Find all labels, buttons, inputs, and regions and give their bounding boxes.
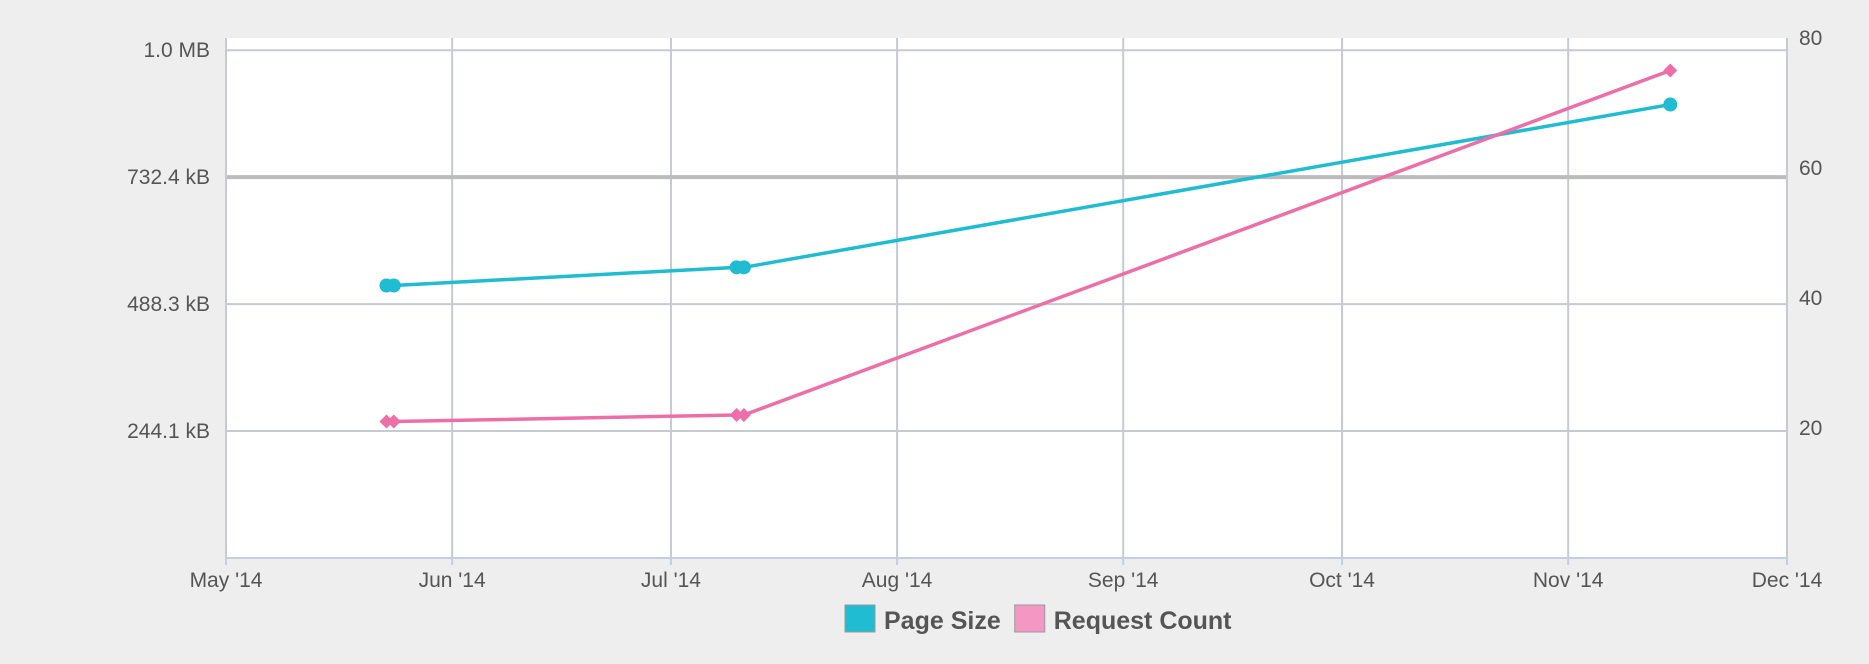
legend-item-page-size[interactable]: Page Size — [844, 604, 1001, 635]
y-left-tick-label: 488.3 kB — [127, 293, 210, 316]
x-tick-label: Sep '14 — [1088, 569, 1159, 592]
legend-swatch — [844, 604, 876, 633]
y-right-axis-labels: 20 40 60 80 — [1799, 27, 1822, 440]
y-right-tick-label: 20 — [1799, 417, 1822, 440]
legend[interactable]: Page Size Request Count — [844, 604, 1232, 635]
x-tick-label: Jun '14 — [419, 569, 486, 592]
y-right-tick-label: 60 — [1799, 157, 1822, 180]
x-axis-labels: May '14 Jun '14 Jul '14 Aug '14 Sep '14 Oct '… — [190, 569, 1823, 592]
page-size-point[interactable] — [736, 260, 751, 275]
legend-label: Page Size — [884, 607, 1001, 635]
x-tick-label: Nov '14 — [1533, 569, 1604, 592]
x-tick-label: May '14 — [190, 569, 263, 592]
y-left-tick-label: 732.4 kB — [127, 166, 210, 189]
line-chart: May '14 Jun '14 Jul '14 Aug '14 Sep '14 Oct '… — [127, 27, 1823, 635]
x-tick-label: Oct '14 — [1309, 569, 1375, 592]
legend-swatch — [1014, 604, 1046, 633]
y-left-tick-label: 244.1 kB — [127, 420, 210, 443]
y-left-tick-label: 1.0 MB — [143, 39, 210, 62]
legend-label: Request Count — [1054, 607, 1232, 635]
y-left-axis-labels: 244.1 kB 488.3 kB 732.4 kB 1.0 MB — [127, 39, 210, 443]
legend-item-request-count[interactable]: Request Count — [1014, 604, 1232, 635]
page-size-point[interactable] — [1663, 97, 1678, 112]
x-tick-label: Jul '14 — [641, 569, 701, 592]
x-tick-label: Dec '14 — [1752, 569, 1823, 592]
y-right-tick-label: 80 — [1799, 27, 1822, 50]
y-right-tick-label: 40 — [1799, 287, 1822, 310]
page-size-point[interactable] — [386, 278, 401, 293]
x-tick-label: Aug '14 — [862, 569, 933, 592]
